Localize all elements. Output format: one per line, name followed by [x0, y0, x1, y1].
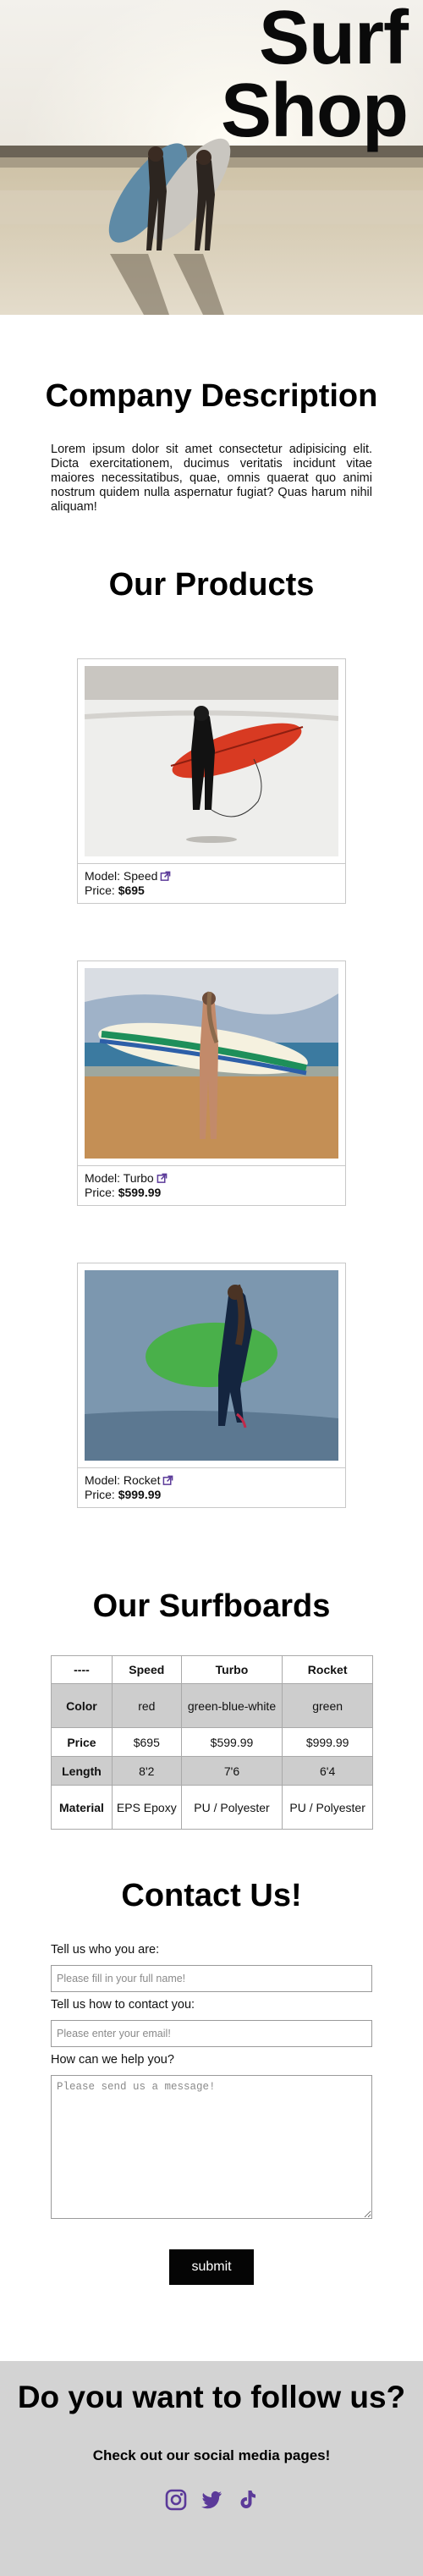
- product-card: Model: Speed Price: $695: [77, 658, 346, 904]
- table-header-row: ---- Speed Turbo Rocket: [51, 1655, 373, 1684]
- email-input[interactable]: [51, 2020, 372, 2047]
- message-textarea[interactable]: [51, 2075, 372, 2219]
- table-cell: green: [282, 1683, 373, 1728]
- table-row: Color red green-blue-white green: [51, 1683, 373, 1728]
- row-label: Length: [51, 1756, 113, 1786]
- name-label: Tell us who you are:: [51, 1943, 160, 1957]
- external-link-icon: [163, 1475, 173, 1485]
- table-cell: PU / Polyester: [180, 1785, 283, 1830]
- hero-title: Surf Shop: [221, 0, 409, 153]
- twitter-link[interactable]: [200, 2488, 223, 2512]
- table-cell: PU / Polyester: [282, 1785, 373, 1830]
- hero-title-line1: Surf: [259, 0, 409, 80]
- table-cell: 7'6: [180, 1756, 283, 1786]
- product-meta: Model: Rocket Price: $999.99: [78, 1467, 345, 1507]
- hero-banner: Surf Shop: [0, 0, 423, 315]
- tiktok-icon: [240, 2491, 255, 2508]
- footer: Do you want to follow us? Check out our …: [0, 2361, 423, 2576]
- instagram-link[interactable]: [164, 2488, 188, 2512]
- product-model: Model: Speed: [85, 869, 158, 883]
- product-model-link-speed[interactable]: Model: Speed: [85, 869, 171, 883]
- products-heading: Our Products: [108, 567, 315, 603]
- product-image-speed: [85, 666, 338, 856]
- company-description: Lorem ipsum dolor sit amet consectetur a…: [51, 443, 372, 514]
- table-row: Length 8'2 7'6 6'4: [51, 1756, 373, 1786]
- product-model: Model: Turbo: [85, 1171, 154, 1185]
- table-cell: 8'2: [111, 1756, 182, 1786]
- message-label: How can we help you?: [51, 2053, 174, 2067]
- product-price-label: Price:: [85, 1186, 115, 1199]
- contact-heading: Contact Us!: [121, 1878, 302, 1913]
- product-price: $695: [118, 883, 145, 897]
- row-label: Material: [51, 1785, 113, 1830]
- email-label: Tell us how to contact you:: [51, 1998, 195, 2012]
- name-input[interactable]: [51, 1965, 372, 1992]
- table-header-cell: ----: [51, 1655, 113, 1684]
- row-label: Price: [51, 1727, 113, 1757]
- product-image-rocket: [85, 1270, 338, 1461]
- row-label: Color: [51, 1683, 113, 1728]
- product-card: Model: Rocket Price: $999.99: [77, 1263, 346, 1508]
- twitter-icon: [201, 2491, 222, 2509]
- product-price-label: Price:: [85, 883, 115, 897]
- table-cell: EPS Epoxy: [111, 1785, 182, 1830]
- product-price: $999.99: [118, 1488, 162, 1501]
- instagram-icon: [165, 2489, 187, 2511]
- table-row: Price $695 $599.99 $999.99: [51, 1727, 373, 1757]
- table-cell: $599.99: [180, 1727, 283, 1757]
- table-header-cell: Turbo: [180, 1655, 283, 1684]
- product-meta: Model: Turbo Price: $599.99: [78, 1165, 345, 1205]
- hero-title-line2: Shop: [221, 69, 409, 153]
- table-cell: $999.99: [282, 1727, 373, 1757]
- social-links: [0, 2488, 423, 2512]
- table-cell: red: [111, 1683, 182, 1728]
- table-cell: $695: [111, 1727, 182, 1757]
- table-header-cell: Rocket: [282, 1655, 373, 1684]
- external-link-icon: [161, 871, 171, 881]
- table-header-cell: Speed: [111, 1655, 182, 1684]
- product-card: Model: Turbo Price: $599.99: [77, 960, 346, 1206]
- footer-heading: Do you want to follow us?: [17, 2380, 406, 2414]
- product-model-link-turbo[interactable]: Model: Turbo: [85, 1171, 168, 1185]
- product-model: Model: Rocket: [85, 1473, 161, 1487]
- submit-button[interactable]: submit: [169, 2249, 254, 2285]
- product-price-label: Price:: [85, 1488, 115, 1501]
- company-heading: Company Description: [45, 378, 378, 414]
- external-link-icon: [157, 1173, 168, 1183]
- tiktok-link[interactable]: [235, 2488, 259, 2512]
- product-price: $599.99: [118, 1186, 162, 1199]
- surfboards-heading: Our Surfboards: [92, 1588, 331, 1624]
- surfboards-table: ---- Speed Turbo Rocket Color red green-…: [51, 1655, 373, 1830]
- table-cell: green-blue-white: [180, 1683, 283, 1728]
- product-meta: Model: Speed Price: $695: [78, 863, 345, 903]
- table-cell: 6'4: [282, 1756, 373, 1786]
- product-model-link-rocket[interactable]: Model: Rocket: [85, 1473, 173, 1487]
- footer-subtext: Check out our social media pages!: [92, 2447, 331, 2463]
- product-image-turbo: [85, 968, 338, 1159]
- table-row: Material EPS Epoxy PU / Polyester PU / P…: [51, 1785, 373, 1830]
